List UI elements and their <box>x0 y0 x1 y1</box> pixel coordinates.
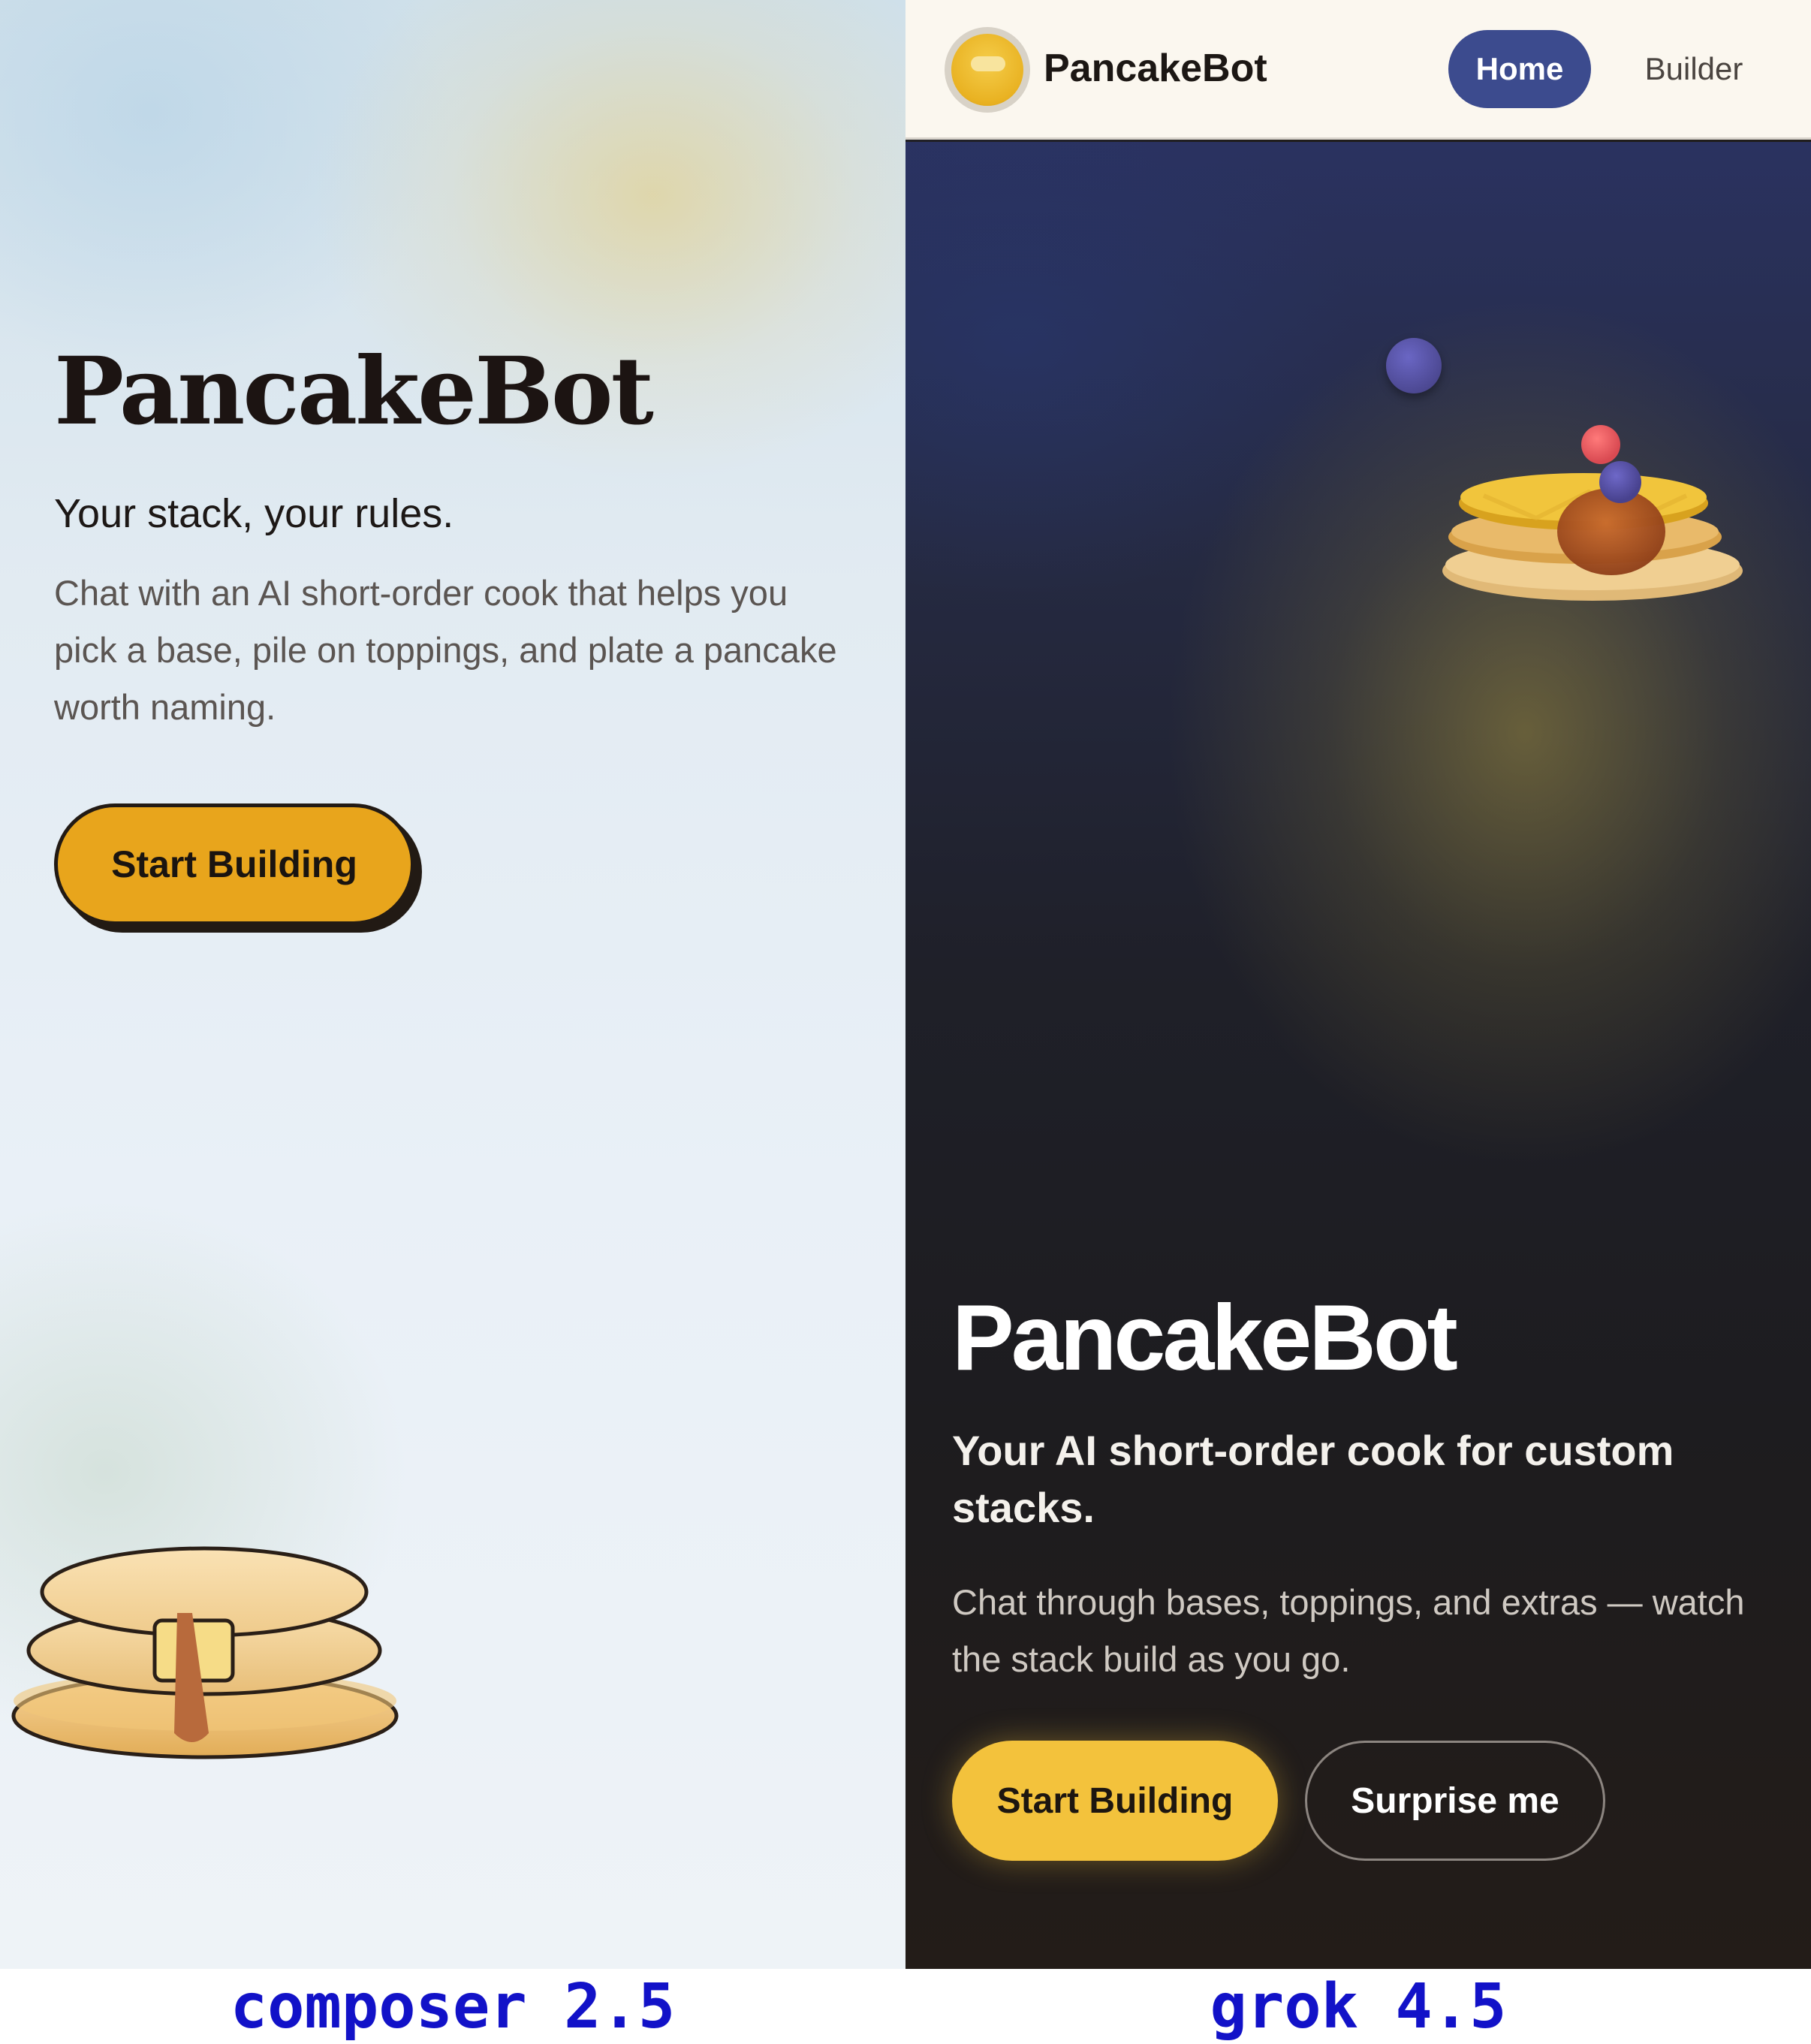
start-building-button[interactable]: Start Building <box>54 803 414 925</box>
top-navbar: PancakeBot Home Builder <box>906 0 1811 140</box>
hero-description: Chat through bases, toppings, and extras… <box>952 1582 1745 1679</box>
hero-subtitle: Your stack, your rules. <box>54 491 454 536</box>
right-screenshot-panel: PancakeBot Home Builder PancakeBot Your … <box>906 0 1811 1969</box>
hero-title: PancakeBot <box>54 337 654 446</box>
pancake-logo-icon[interactable] <box>945 27 1030 113</box>
hero-title: PancakeBot <box>952 1286 1458 1390</box>
left-model-caption: composer 2.5 <box>230 1971 676 2042</box>
nav-home-link[interactable]: Home <box>1448 30 1591 108</box>
blueberry-icon <box>1386 338 1442 393</box>
right-model-caption: grok 4.5 <box>1210 1971 1507 2042</box>
surprise-me-button[interactable]: Surprise me <box>1305 1741 1605 1861</box>
pancake-stack-with-berries-icon <box>1431 421 1776 620</box>
nav-builder-link[interactable]: Builder <box>1619 30 1769 108</box>
logo-pancake <box>951 34 1023 106</box>
hero-subtitle: Your AI short-order cook for custom stac… <box>952 1427 1674 1531</box>
start-building-button[interactable]: Start Building <box>952 1741 1278 1861</box>
brand-name[interactable]: PancakeBot <box>1044 45 1267 92</box>
pancake-stack-with-syrup-icon <box>8 1532 405 1768</box>
left-screenshot-panel: PancakeBot Your stack, your rules. Chat … <box>0 0 906 1969</box>
hero-description: Chat with an AI short-order cook that he… <box>54 573 837 727</box>
